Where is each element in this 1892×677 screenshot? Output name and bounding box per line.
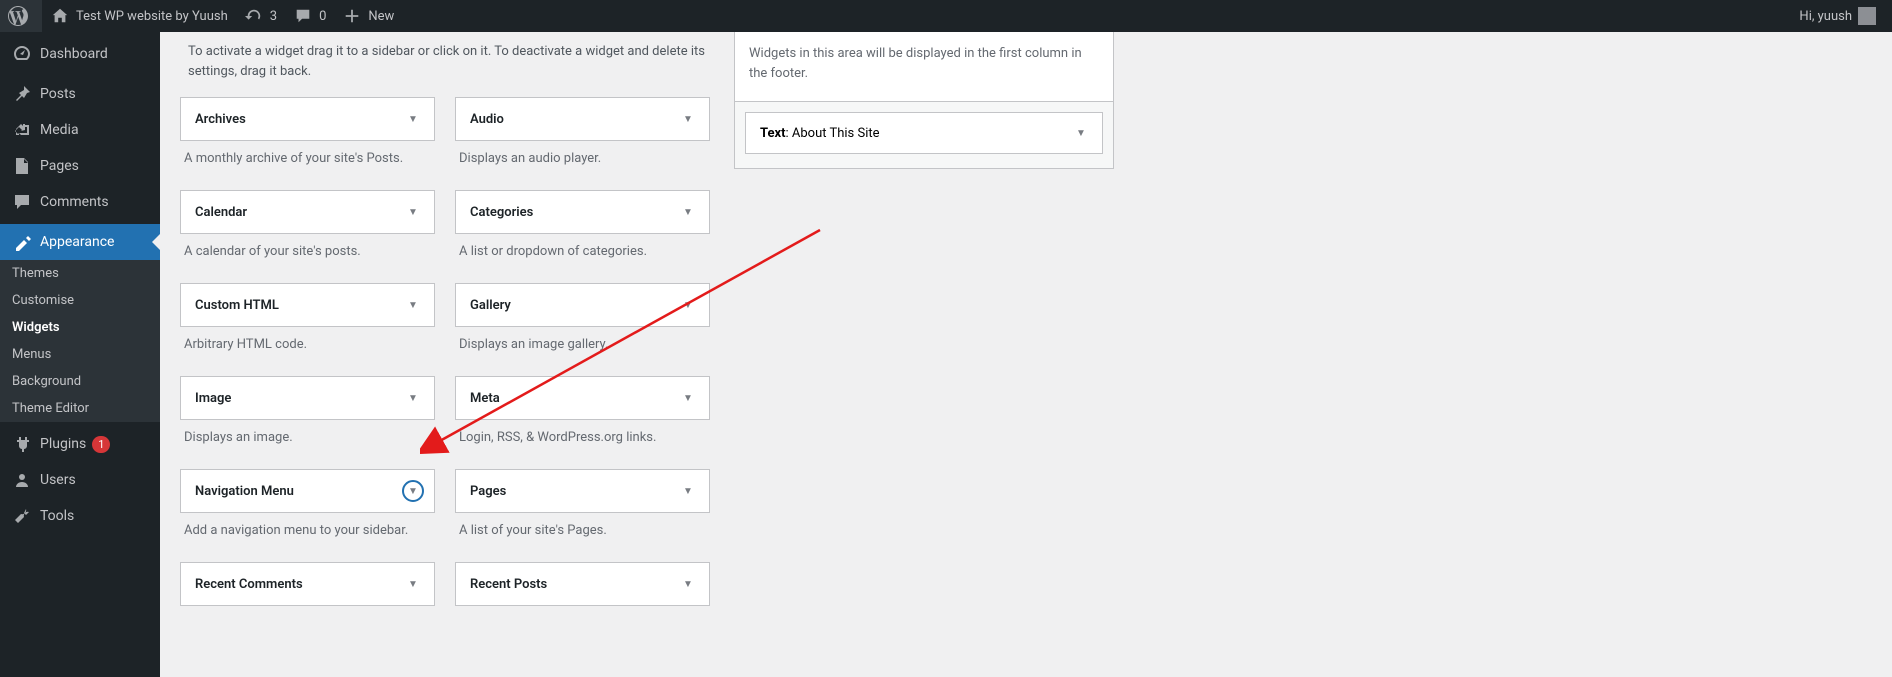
pin-icon — [12, 84, 32, 104]
chevron-down-icon: ▼ — [681, 577, 695, 591]
widget-image-desc: Displays an image. — [180, 420, 435, 459]
widget-meta-desc: Login, RSS, & WordPress.org links. — [455, 420, 710, 459]
area-widget-text[interactable]: Text: About This Site ▼ — [745, 112, 1103, 154]
submenu-menus[interactable]: Menus — [0, 341, 160, 368]
admin-sidebar: Dashboard Posts Media Pages Comments App… — [0, 32, 160, 677]
widget-categories[interactable]: Categories▼ — [455, 190, 710, 234]
wp-logo[interactable] — [0, 0, 42, 32]
widget-gallery[interactable]: Gallery▼ — [455, 283, 710, 327]
chevron-down-icon: ▼ — [1074, 126, 1088, 140]
site-link[interactable]: Test WP website by Yuush — [42, 0, 236, 32]
chevron-down-icon: ▼ — [406, 391, 420, 405]
chevron-down-icon: ▼ — [681, 112, 695, 126]
widget-navigation-menu[interactable]: Navigation Menu▼ — [180, 469, 435, 513]
chevron-down-icon: ▼ — [406, 112, 420, 126]
chevron-down-icon: ▼ — [406, 298, 420, 312]
widget-custom-html-desc: Arbitrary HTML code. — [180, 327, 435, 366]
comment-icon — [293, 6, 313, 26]
menu-dashboard[interactable]: Dashboard — [0, 36, 160, 72]
widget-navigation-menu-desc: Add a navigation menu to your sidebar. — [180, 513, 435, 552]
new-content[interactable]: New — [334, 0, 402, 32]
content-area: To activate a widget drag it to a sideba… — [160, 32, 1892, 677]
avatar — [1858, 7, 1876, 25]
plus-icon — [342, 6, 362, 26]
area-description: Widgets in this area will be displayed i… — [734, 32, 1114, 102]
tools-icon — [12, 506, 32, 526]
menu-posts[interactable]: Posts — [0, 76, 160, 112]
menu-media[interactable]: Media — [0, 112, 160, 148]
chevron-down-icon: ▼ — [681, 484, 695, 498]
appearance-icon — [12, 232, 32, 252]
widget-meta[interactable]: Meta▼ — [455, 376, 710, 420]
widget-categories-desc: A list or dropdown of categories. — [455, 234, 710, 273]
widget-custom-html[interactable]: Custom HTML▼ — [180, 283, 435, 327]
comments-link[interactable]: 0 — [285, 0, 334, 32]
submenu-themes[interactable]: Themes — [0, 260, 160, 287]
widget-calendar[interactable]: Calendar▼ — [180, 190, 435, 234]
greeting-text: Hi, yuush — [1799, 9, 1852, 24]
submenu-background[interactable]: Background — [0, 368, 160, 395]
widget-archives-desc: A monthly archive of your site's Posts. — [180, 141, 435, 180]
updates-count: 3 — [270, 9, 277, 24]
home-icon — [50, 6, 70, 26]
menu-appearance[interactable]: Appearance — [0, 224, 160, 260]
widget-pages-desc: A list of your site's Pages. — [455, 513, 710, 552]
page-icon — [12, 156, 32, 176]
submenu-customise[interactable]: Customise — [0, 287, 160, 314]
chevron-down-icon: ▼ — [406, 205, 420, 219]
widget-audio[interactable]: Audio▼ — [455, 97, 710, 141]
updates-link[interactable]: 3 — [236, 0, 285, 32]
submenu-theme-editor[interactable]: Theme Editor — [0, 395, 160, 422]
comments-icon — [12, 192, 32, 212]
widget-area-footer: Widgets in this area will be displayed i… — [734, 32, 1114, 616]
plugin-icon — [12, 434, 32, 454]
menu-users[interactable]: Users — [0, 462, 160, 498]
widget-archives[interactable]: Archives▼ — [180, 97, 435, 141]
new-label: New — [368, 9, 394, 24]
widget-pages[interactable]: Pages▼ — [455, 469, 710, 513]
comments-count: 0 — [319, 9, 326, 24]
media-icon — [12, 120, 32, 140]
widget-calendar-desc: A calendar of your site's posts. — [180, 234, 435, 273]
menu-comments[interactable]: Comments — [0, 184, 160, 220]
menu-tools[interactable]: Tools — [0, 498, 160, 534]
widget-recent-posts[interactable]: Recent Posts▼ — [455, 562, 710, 606]
users-icon — [12, 470, 32, 490]
submenu-widgets[interactable]: Widgets — [0, 314, 160, 341]
chevron-down-icon: ▼ — [681, 205, 695, 219]
chevron-down-icon: ▼ — [406, 577, 420, 591]
menu-plugins[interactable]: Plugins 1 — [0, 426, 160, 462]
dashboard-icon — [12, 44, 32, 64]
chevron-down-icon: ▼ — [406, 484, 420, 498]
update-icon — [244, 6, 264, 26]
widget-image[interactable]: Image▼ — [180, 376, 435, 420]
intro-text: To activate a widget drag it to a sideba… — [188, 42, 728, 81]
site-title: Test WP website by Yuush — [76, 9, 228, 24]
admin-toolbar: Test WP website by Yuush 3 0 New Hi, yuu… — [0, 0, 1892, 32]
wordpress-icon — [8, 6, 28, 26]
submenu-appearance: Themes Customise Widgets Menus Backgroun… — [0, 260, 160, 422]
available-widgets: To activate a widget drag it to a sideba… — [180, 32, 710, 616]
menu-pages[interactable]: Pages — [0, 148, 160, 184]
widget-recent-comments[interactable]: Recent Comments▼ — [180, 562, 435, 606]
widget-audio-desc: Displays an audio player. — [455, 141, 710, 180]
plugins-badge: 1 — [92, 436, 110, 453]
chevron-down-icon: ▼ — [681, 391, 695, 405]
chevron-down-icon: ▼ — [681, 298, 695, 312]
widget-gallery-desc: Displays an image gallery. — [455, 327, 710, 366]
user-menu[interactable]: Hi, yuush — [1791, 0, 1884, 32]
